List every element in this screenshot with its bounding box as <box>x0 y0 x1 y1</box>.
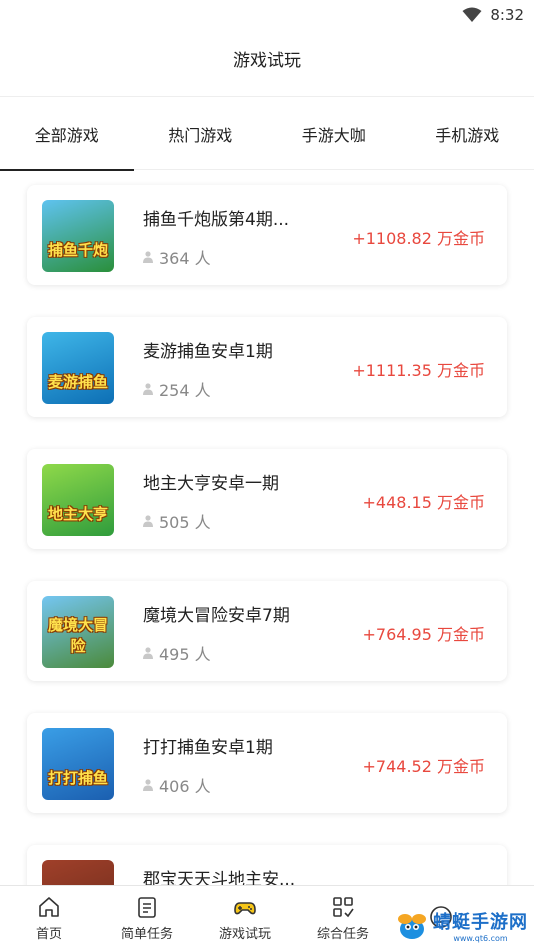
game-card[interactable]: 地主大亨 地主大亨安卓一期 505 人 +448.15 万金币 <box>27 449 507 549</box>
player-count: 495 人 <box>143 641 211 665</box>
nav-general-tasks[interactable]: 综合任务 <box>294 886 392 949</box>
game-card[interactable]: 麦游捕鱼 麦游捕鱼安卓1期 254 人 +1111.35 万金币 <box>27 317 507 417</box>
title-divider <box>0 96 534 97</box>
player-count-text: 406 人 <box>159 777 211 796</box>
tab-mobile-gamers[interactable]: 手游大咖 <box>267 98 401 170</box>
status-time: 8:32 <box>490 6 524 24</box>
tab-phone-games[interactable]: 手机游戏 <box>401 98 534 170</box>
nav-game-trial[interactable]: 游戏试玩 <box>196 886 294 949</box>
reward-amount: +744.52 万金币 <box>362 757 485 776</box>
player-count-text: 254 人 <box>159 381 211 400</box>
game-name: 捕鱼千炮版第4期... <box>143 210 290 230</box>
page-title: 游戏试玩 <box>233 51 301 71</box>
tab-all-games[interactable]: 全部游戏 <box>0 98 134 171</box>
person-icon <box>143 647 153 659</box>
thumbnail-title: 捕鱼千炮 <box>47 241 108 259</box>
person-icon <box>143 515 153 527</box>
game-thumbnail: 魔境大冒险 <box>42 596 114 668</box>
game-name: 打打捕鱼安卓1期 <box>143 738 273 758</box>
watermark-name: 蜻蜓手游网 <box>433 912 528 933</box>
game-card[interactable]: 魔境大冒险 魔境大冒险安卓7期 495 人 +764.95 万金币 <box>27 581 507 681</box>
game-card[interactable]: 打打捕鱼 打打捕鱼安卓1期 406 人 +744.52 万金币 <box>27 713 507 813</box>
game-thumbnail: 捕鱼千炮 <box>42 200 114 272</box>
home-icon <box>39 897 59 917</box>
person-icon <box>143 251 153 263</box>
game-thumbnail: 地主大亨 <box>42 464 114 536</box>
thumbnail-title: 打打捕鱼 <box>47 769 108 787</box>
reward-amount: +448.15 万金币 <box>362 493 485 512</box>
game-name: 魔境大冒险安卓7期 <box>143 606 290 626</box>
player-count-text: 364 人 <box>159 249 211 268</box>
tab-bar: 全部游戏 热门游戏 手游大咖 手机游戏 <box>0 98 534 171</box>
tab-hot-games[interactable]: 热门游戏 <box>134 98 268 170</box>
player-count-text: 495 人 <box>159 645 211 664</box>
nav-simple-tasks-label: 简单任务 <box>120 927 173 942</box>
person-icon <box>143 383 153 395</box>
player-count-text: 505 人 <box>159 513 211 532</box>
thumbnail-title: 地主大亨 <box>47 505 108 523</box>
reward-amount: +1108.82 万金币 <box>352 229 485 248</box>
grid-icon <box>333 897 354 918</box>
game-card[interactable]: 捕鱼千炮 捕鱼千炮版第4期... 364 人 +1108.82 万金币 <box>27 185 507 285</box>
nav-home[interactable]: 首页 <box>0 886 98 949</box>
thumbnail-title: 麦游捕鱼 <box>47 373 108 391</box>
reward-amount: +1111.35 万金币 <box>352 361 485 380</box>
nav-game-trial-label: 游戏试玩 <box>218 927 271 942</box>
clipboard-icon <box>138 897 156 918</box>
person-icon <box>143 779 153 791</box>
game-name: 地主大亨安卓一期 <box>143 474 279 494</box>
game-list: 捕鱼千炮 捕鱼千炮版第4期... 364 人 +1108.82 万金币 麦游捕鱼… <box>27 185 507 949</box>
nav-simple-tasks[interactable]: 简单任务 <box>98 886 196 949</box>
nav-home-label: 首页 <box>35 927 62 942</box>
game-thumbnail: 麦游捕鱼 <box>42 332 114 404</box>
watermark: 蜻蜓手游网 www.qt6.com <box>395 908 528 943</box>
watermark-text: 蜻蜓手游网 www.qt6.com <box>433 908 528 943</box>
player-count: 254 人 <box>143 377 211 401</box>
watermark-url: www.qt6.com <box>453 934 508 943</box>
gamepad-icon <box>234 902 256 915</box>
game-thumbnail: 打打捕鱼 <box>42 728 114 800</box>
game-name: 麦游捕鱼安卓1期 <box>143 342 273 362</box>
status-bar: 8:32 <box>0 0 534 30</box>
thumbnail-title: 魔境大冒险 <box>47 616 108 655</box>
player-count: 364 人 <box>143 245 211 269</box>
nav-general-tasks-label: 综合任务 <box>316 927 369 942</box>
wifi-icon <box>462 7 482 22</box>
player-count: 505 人 <box>143 509 211 533</box>
player-count: 406 人 <box>143 773 211 797</box>
reward-amount: +764.95 万金币 <box>362 625 485 644</box>
dragonfly-logo-icon <box>398 913 426 939</box>
